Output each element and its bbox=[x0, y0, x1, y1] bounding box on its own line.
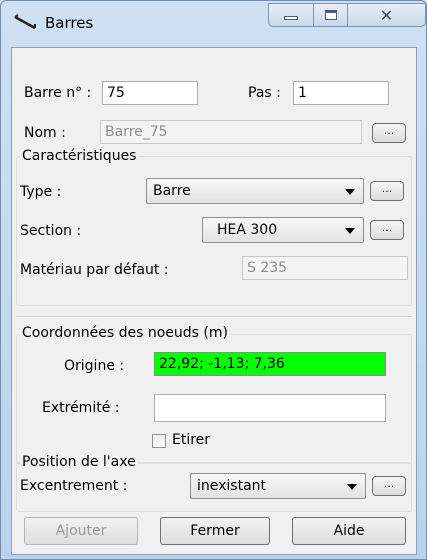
excentrement-select[interactable]: inexistant bbox=[190, 473, 366, 499]
dialog-body: Barre n° : 75 Pas : 1 Nom : Barre_75 ...… bbox=[11, 47, 417, 555]
type-select[interactable]: Barre bbox=[146, 178, 364, 204]
close-icon: ✕ bbox=[379, 6, 394, 25]
origine-label: Origine : bbox=[64, 358, 125, 374]
aide-button[interactable]: Aide bbox=[292, 517, 406, 545]
title-bar[interactable]: Barres ✕ bbox=[1, 1, 426, 47]
minimize-button[interactable] bbox=[268, 3, 314, 27]
section-label: Section : bbox=[20, 223, 82, 239]
excentrement-options-button[interactable]: ... bbox=[372, 476, 406, 496]
pas-label: Pas : bbox=[248, 85, 281, 101]
nom-options-button[interactable]: ... bbox=[372, 123, 406, 143]
materiau-input[interactable]: S 235 bbox=[242, 256, 408, 280]
type-label: Type : bbox=[20, 184, 62, 200]
window-title: Barres bbox=[45, 14, 94, 32]
separator bbox=[16, 316, 412, 318]
chevron-down-icon bbox=[345, 228, 355, 234]
maximize-icon bbox=[325, 10, 337, 20]
close-button[interactable]: ✕ bbox=[348, 3, 426, 27]
excentrement-selected-value: inexistant bbox=[197, 478, 267, 494]
fermer-button[interactable]: Fermer bbox=[160, 517, 270, 545]
etirer-label: Etirer bbox=[172, 432, 211, 448]
origine-input[interactable]: 22,92; -1,13; 7,36 bbox=[154, 352, 386, 376]
barre-number-input[interactable]: 75 bbox=[102, 81, 198, 105]
maximize-button[interactable] bbox=[314, 3, 348, 27]
pas-input[interactable]: 1 bbox=[293, 81, 389, 105]
barre-number-label: Barre n° : bbox=[24, 85, 92, 101]
extremite-input[interactable] bbox=[154, 394, 386, 422]
chevron-down-icon bbox=[347, 484, 357, 490]
caracteristiques-title: Caractéristiques bbox=[20, 148, 139, 164]
nom-input[interactable]: Barre_75 bbox=[100, 120, 362, 144]
section-select[interactable]: HEA 300 bbox=[202, 217, 364, 243]
extremite-label: Extrémité : bbox=[42, 400, 120, 416]
type-options-button[interactable]: ... bbox=[370, 181, 404, 201]
barres-dialog: Barres ✕ Barre n° : 75 Pas : 1 Nom : Bar… bbox=[0, 0, 427, 560]
section-options-button[interactable]: ... bbox=[370, 220, 404, 240]
minimize-icon bbox=[284, 16, 298, 20]
caption-buttons: ✕ bbox=[268, 3, 426, 27]
type-selected-value: Barre bbox=[153, 183, 191, 199]
ajouter-button[interactable]: Ajouter bbox=[24, 517, 138, 545]
etirer-checkbox[interactable] bbox=[152, 434, 166, 448]
nom-label: Nom : bbox=[24, 125, 66, 141]
coordonnees-title: Coordonnées des noeuds (m) bbox=[20, 325, 230, 341]
bar-element-icon bbox=[14, 14, 36, 30]
position-axe-title: Position de l'axe bbox=[20, 454, 138, 470]
section-selected-value: HEA 300 bbox=[217, 222, 278, 238]
chevron-down-icon bbox=[345, 189, 355, 195]
materiau-label: Matériau par défaut : bbox=[20, 262, 169, 278]
excentrement-label: Excentrement : bbox=[20, 478, 128, 494]
